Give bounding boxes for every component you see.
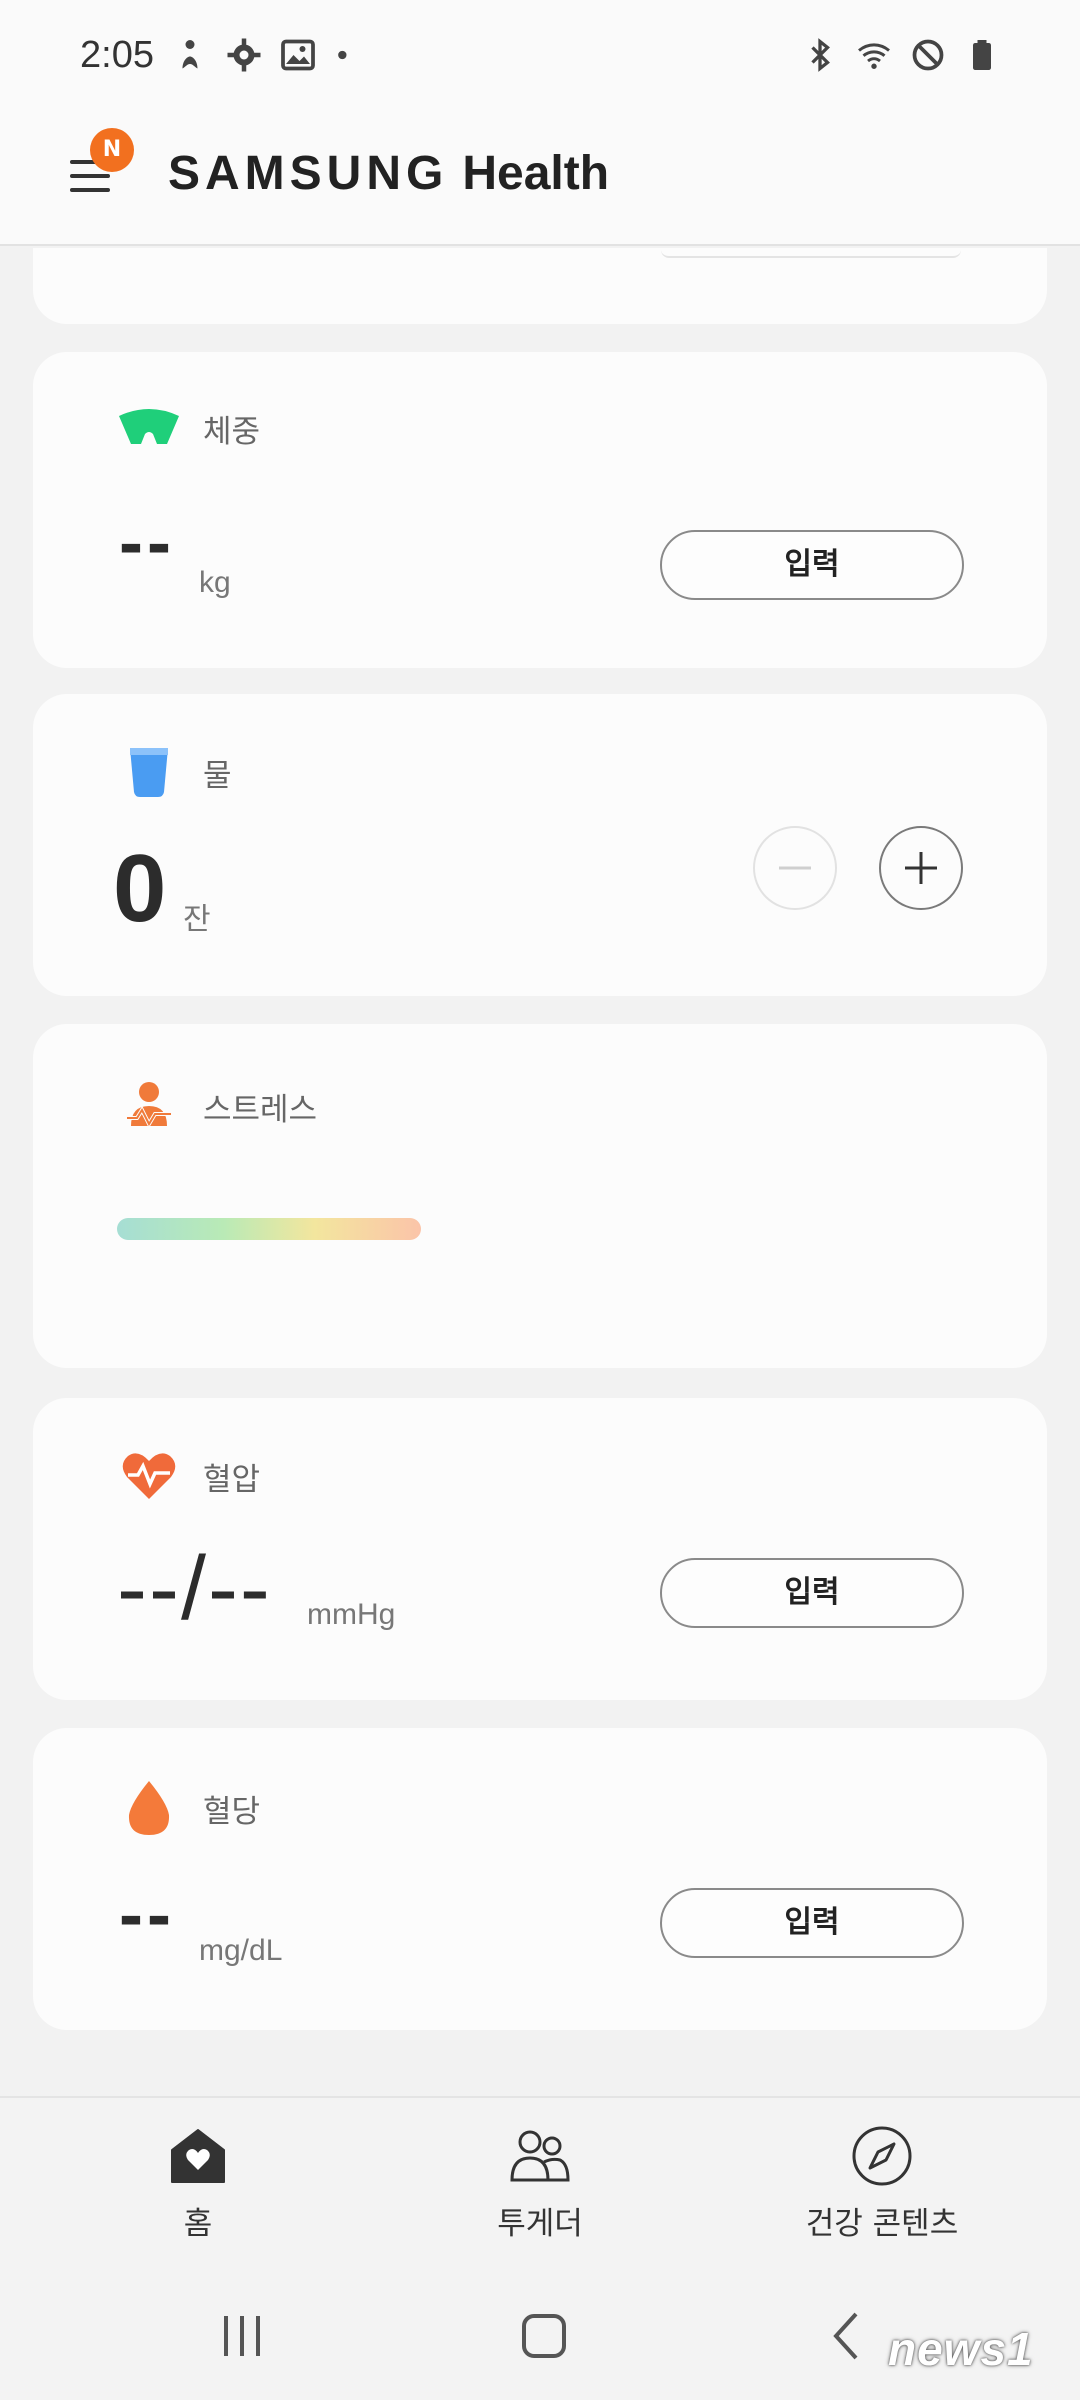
new-badge: N	[90, 128, 134, 172]
bluetooth-icon	[811, 38, 830, 72]
water-decrease-button[interactable]	[753, 826, 837, 910]
nav-health-content-label: 건강 콘텐츠	[805, 2206, 959, 2242]
stress-gauge-bar	[117, 1218, 421, 1240]
compass-icon	[852, 2126, 912, 2186]
blood-pressure-unit: mmHg	[307, 1598, 396, 1631]
partial-button-edge	[661, 250, 961, 258]
heart-pulse-icon	[117, 1444, 181, 1508]
blood-glucose-unit: mg/dL	[199, 1934, 283, 1967]
weight-scale-icon	[117, 396, 181, 460]
people-group-icon	[510, 2130, 570, 2182]
weight-value: --	[119, 503, 175, 583]
nav-health-content[interactable]: 건강 콘텐츠	[752, 2124, 1012, 2243]
app-logo: SAMSUNG Health	[168, 146, 609, 201]
battery-icon	[973, 40, 991, 70]
blood-glucose-title: 혈당	[203, 1793, 261, 1830]
brand-health: Health	[462, 147, 610, 200]
back-icon[interactable]	[818, 2306, 878, 2366]
app-header: N SAMSUNG Health	[0, 110, 1080, 246]
stress-title: 스트레스	[203, 1091, 318, 1128]
weight-title-row: 체중	[117, 396, 260, 460]
status-time: 2:05	[80, 33, 154, 76]
nav-together-label: 투게더	[497, 2206, 583, 2242]
water-value: 0	[113, 835, 167, 942]
nav-together[interactable]: 투게더	[410, 2124, 670, 2243]
notification-dot-icon	[338, 50, 347, 60]
status-left: 2:05	[80, 34, 354, 77]
water-cup-icon	[117, 740, 181, 804]
brand-samsung: SAMSUNG	[168, 147, 449, 200]
weight-card[interactable]: 체중 -- kg 입력	[33, 352, 1047, 668]
blood-glucose-title-row: 혈당	[117, 1776, 260, 1840]
weight-input-button[interactable]: 입력	[660, 530, 964, 600]
home-feed[interactable]: 체중 -- kg 입력 물 0 잔 스트레스 혈압 --/-- mmHg 입력 …	[0, 248, 1080, 2096]
do-not-disturb-icon	[912, 39, 944, 71]
blood-pressure-value: --/--	[117, 1539, 272, 1639]
running-person-icon	[182, 40, 198, 69]
stress-title-row: 스트레스	[117, 1074, 317, 1138]
minus-icon	[779, 866, 811, 870]
blood-pressure-card[interactable]: 혈압 --/-- mmHg 입력	[33, 1398, 1047, 1700]
home-heart-icon	[171, 2129, 225, 2183]
weight-title: 체중	[203, 413, 261, 450]
partial-card	[33, 248, 1047, 324]
stress-card[interactable]: 스트레스	[33, 1024, 1047, 1368]
blood-glucose-input-button[interactable]: 입력	[660, 1888, 964, 1958]
recent-apps-icon[interactable]	[212, 2306, 272, 2366]
wifi-icon	[858, 43, 890, 69]
gallery-image-icon	[281, 39, 315, 71]
blood-drop-icon	[117, 1776, 181, 1840]
plus-icon	[905, 852, 937, 884]
nav-home[interactable]: 홈	[68, 2124, 328, 2243]
blood-glucose-value: --	[119, 1875, 175, 1955]
bottom-navigation: 홈 투게더 건강 콘텐츠	[0, 2096, 1080, 2266]
nav-home-label: 홈	[183, 2206, 213, 2242]
water-card[interactable]: 물 0 잔	[33, 694, 1047, 996]
home-button-icon[interactable]	[514, 2306, 574, 2366]
weight-unit: kg	[199, 566, 231, 599]
blood-glucose-card[interactable]: 혈당 -- mg/dL 입력	[33, 1728, 1047, 2030]
status-bar: 2:05	[0, 0, 1080, 110]
status-right	[802, 37, 1000, 73]
water-increase-button[interactable]	[879, 826, 963, 910]
settings-gear-icon	[227, 38, 261, 72]
stress-person-icon	[117, 1074, 181, 1138]
blood-pressure-input-button[interactable]: 입력	[660, 1558, 964, 1628]
news1-watermark: news1	[888, 2323, 1034, 2375]
water-title-row: 물	[117, 740, 232, 804]
water-unit: 잔	[183, 903, 211, 936]
blood-pressure-title-row: 혈압	[117, 1444, 260, 1508]
water-title: 물	[203, 757, 232, 794]
blood-pressure-title: 혈압	[203, 1461, 261, 1498]
